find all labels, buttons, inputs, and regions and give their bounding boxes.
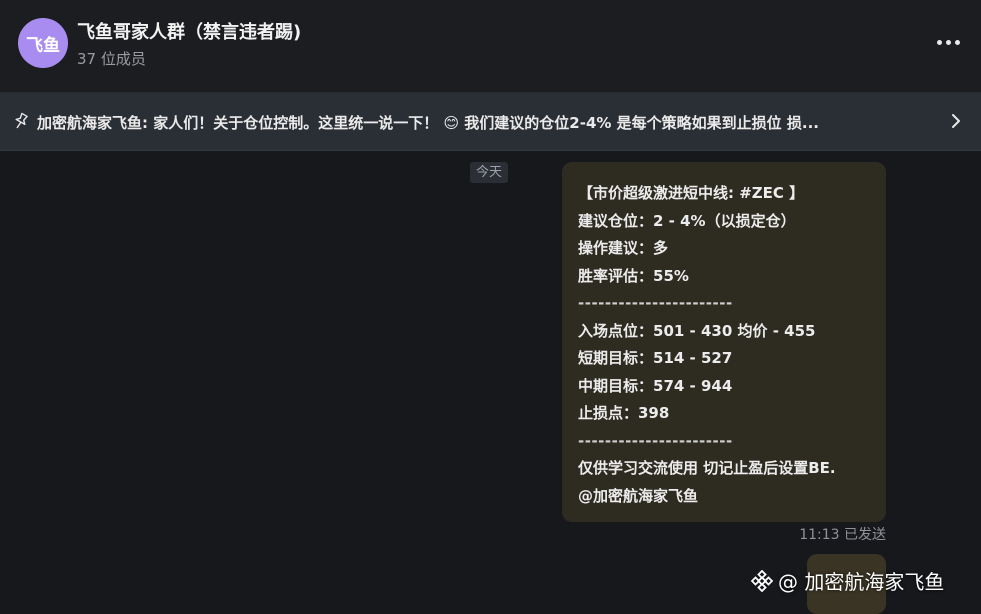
message-line: 仅供学习交流使用 切记止盈后设置BE. — [578, 459, 836, 477]
pinned-message-bar[interactable]: 加密航海家飞鱼: 家人们！关于仓位控制。这里统一说一下！ 😊 我们建议的仓位2-… — [0, 93, 981, 151]
pin-icon — [15, 112, 28, 129]
message-status: 已发送 — [844, 527, 886, 543]
message-line: 短期目标：514 - 527 — [578, 349, 733, 367]
chat-header: 飞鱼 飞鱼哥家人群（禁言违者踢) 37 位成员 — [0, 0, 981, 93]
watermark-text: @ 加密航海家飞鱼 — [778, 570, 945, 594]
message-line: 入场点位：501 - 430 均价 - 455 — [578, 321, 816, 340]
group-title[interactable]: 飞鱼哥家人群（禁言违者踢) — [77, 18, 301, 44]
watermark: @ 加密航海家飞鱼 — [751, 566, 944, 595]
more-dot-icon — [936, 39, 942, 45]
message-line: 胜率评估：55% — [578, 266, 689, 285]
message-meta: 11:13 已发送 — [799, 524, 886, 544]
message-divider: ----------------------- — [578, 431, 733, 450]
avatar-text: 飞鱼 — [26, 35, 60, 56]
message-line: 中期目标：574 - 944 — [578, 376, 733, 395]
binance-logo-icon — [751, 569, 773, 592]
date-separator: 今天 — [470, 162, 509, 183]
pinned-message-text: 加密航海家飞鱼: 家人们！关于仓位控制。这里统一说一下！ 😊 我们建议的仓位2-… — [37, 114, 819, 132]
message-time: 11:13 — [799, 527, 840, 543]
member-count[interactable]: 37 位成员 — [77, 48, 146, 69]
message-line: 止损点：398 — [578, 404, 670, 422]
more-dot-icon — [954, 39, 960, 45]
more-dot-icon — [945, 39, 951, 45]
more-options-button[interactable] — [933, 30, 963, 54]
message-mention[interactable]: @加密航海家飞鱼 — [578, 483, 872, 511]
message-line: 【市价超级激进短中线: #ZEC 】 — [578, 184, 805, 202]
message-bubble[interactable]: 【市价超级激进短中线: #ZEC 】 建议仓位：2 - 4%（以损定仓） 操作建… — [562, 162, 886, 522]
message-divider: ----------------------- — [578, 294, 733, 312]
chevron-right-icon[interactable] — [949, 112, 963, 130]
message-line: 操作建议：多 — [578, 239, 669, 257]
message-line: 建议仓位：2 - 4%（以损定仓） — [578, 211, 796, 230]
group-avatar[interactable]: 飞鱼 — [18, 18, 68, 68]
